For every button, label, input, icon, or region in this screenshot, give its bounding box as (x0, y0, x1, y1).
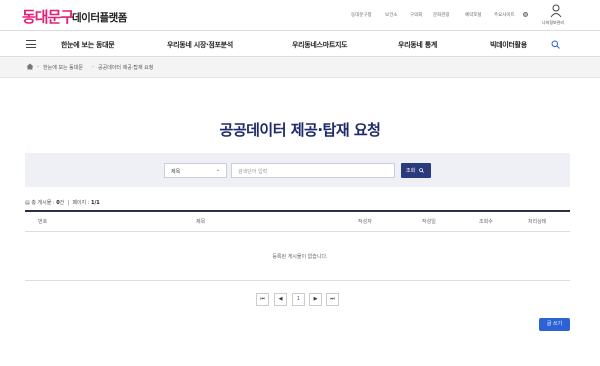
breadcrumb-item-current: 공공데이터 제공·탑재 요청 (98, 65, 154, 71)
breadcrumb (0, 57, 600, 78)
user-icon[interactable] (550, 4, 562, 18)
chevron-down-icon: ⌄ (216, 167, 221, 173)
util-link-council[interactable]: 구의회 (410, 12, 422, 18)
site-logo[interactable]: 동대문구 (22, 6, 74, 27)
breadcrumb-item-overview[interactable]: 한눈에 보는 동대문 (43, 64, 83, 71)
home-icon[interactable] (26, 63, 34, 70)
column-header-views: 조회수 (479, 219, 493, 225)
search-input[interactable]: 검색단어 입력 (231, 163, 395, 178)
prev-page-button[interactable]: ◀ (274, 293, 287, 306)
search-icon[interactable] (551, 40, 560, 49)
page-value: 1/1 (91, 200, 100, 206)
my-info-link[interactable]: 나의정보관리 (542, 20, 564, 26)
nav-item-overview[interactable]: 한눈에 보는 동대문 (61, 40, 115, 50)
nav-item-smart-map[interactable]: 우리동네스마트지도 (292, 40, 348, 50)
page-number-current[interactable]: 1 (292, 293, 305, 306)
util-link-major-sites[interactable]: 주요사이트 (494, 12, 515, 18)
list-icon: ▤ (25, 200, 30, 206)
table-bottom-border (25, 280, 570, 281)
nav-item-bigdata[interactable]: 빅데이터활용 (490, 40, 527, 50)
util-link-dongdaemun[interactable]: 동대문구청 (351, 12, 372, 18)
search-button-label: 조회 (406, 168, 416, 174)
column-header-title: 제목 (196, 219, 206, 225)
chevron-right-icon: › (37, 64, 39, 70)
nav-item-statistics[interactable]: 우리동네 통계 (398, 40, 437, 50)
search-button[interactable]: 조회 (401, 163, 431, 178)
chevron-right-icon: › (92, 64, 94, 70)
page-title: 공공데이터 제공·탑재 요청 (219, 121, 381, 139)
column-header-number: 번호 (38, 219, 48, 225)
write-post-button[interactable]: 글 쓰기 (539, 318, 570, 331)
settings-icon[interactable]: ⚙ (523, 12, 528, 17)
menu-icon[interactable] (26, 40, 36, 48)
column-header-date: 작성일 (422, 219, 436, 225)
header-divider (0, 30, 600, 31)
column-header-author: 작성자 (358, 219, 372, 225)
next-page-button[interactable]: ▶ (309, 293, 322, 306)
column-header-status: 처리상태 (528, 219, 547, 225)
empty-message: 등록된 게시물이 없습니다. (272, 254, 328, 260)
page-label: 페이지 : (72, 200, 90, 206)
total-unit: 건 (59, 200, 65, 206)
total-label: 총 게시물 : (31, 200, 55, 206)
util-link-culture-tour[interactable]: 문화관광 (433, 12, 450, 18)
search-icon (419, 168, 424, 173)
platform-name[interactable]: 데이터플랫폼 (72, 10, 127, 25)
result-summary: ▤ 총 게시물 : 0건 | 페이지 : 1/1 (25, 200, 100, 206)
last-page-button[interactable]: ⏭ (326, 293, 339, 306)
first-page-button[interactable]: ⏮ (256, 293, 269, 306)
util-link-reservation[interactable]: 예약포털 (465, 12, 482, 18)
nav-item-market-analysis[interactable]: 우리동네 시장·점포분석 (167, 40, 233, 50)
table-header-divider (25, 231, 570, 232)
table-top-border (25, 210, 570, 212)
util-link-health-center[interactable]: 보건소 (385, 12, 397, 18)
